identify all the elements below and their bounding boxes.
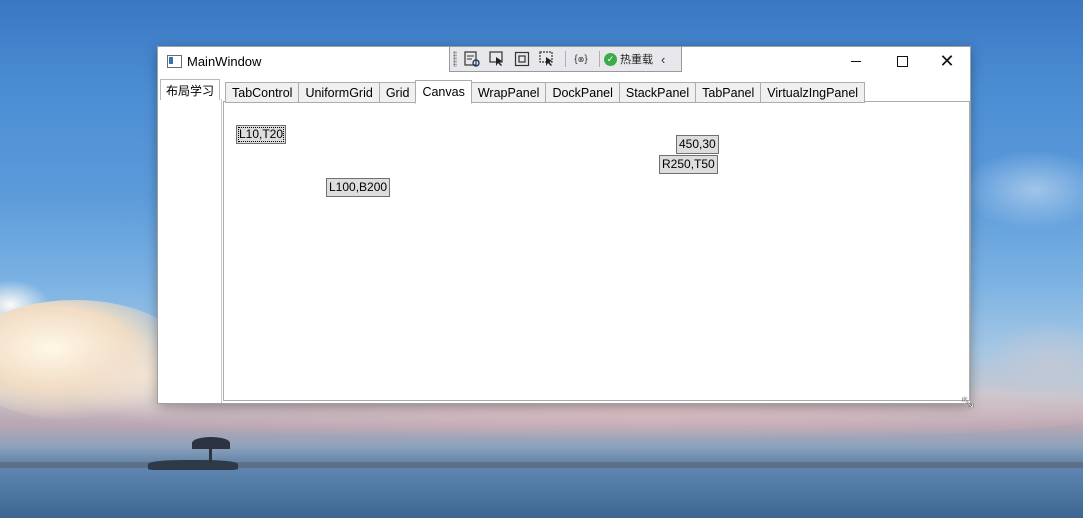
cloud [960, 150, 1083, 230]
sea [0, 468, 1083, 518]
tab-tabcontrol[interactable]: TabControl [225, 82, 300, 103]
tab-stackpanel[interactable]: StackPanel [618, 82, 697, 103]
window-title: MainWindow [187, 54, 262, 69]
maximize-icon [896, 56, 908, 67]
minimize-button[interactable] [833, 47, 879, 76]
tab-layout-learning[interactable]: 布局学习 [160, 79, 220, 100]
canvas-panel: L10,T20 450,30 R250,T50 L100,B200 [223, 101, 970, 401]
outer-tab-content [158, 99, 222, 403]
canvas-button-450-30[interactable]: 450,30 [676, 135, 719, 154]
visual-tree-icon[interactable] [461, 50, 483, 68]
minimize-icon [851, 61, 861, 62]
toolbar-separator [565, 51, 566, 67]
tab-wrappanel[interactable]: WrapPanel [470, 82, 547, 103]
hot-reload-label[interactable]: 热重载 [620, 51, 653, 67]
tab-virtualizingpanel[interactable]: VirtualzIngPanel [760, 82, 866, 103]
canvas-button-l10-t20[interactable]: L10,T20 [236, 125, 287, 144]
maximize-button[interactable] [879, 47, 925, 76]
display-adorners-icon[interactable] [511, 50, 533, 68]
tab-canvas[interactable]: Canvas [415, 80, 472, 104]
debug-toolbar: {⊗} ✓ 热重载 ‹ [449, 46, 682, 72]
toolbar-separator [599, 51, 600, 67]
tab-uniformgrid[interactable]: UniformGrid [298, 82, 380, 103]
binding-failures-icon[interactable]: {⊗} [570, 50, 592, 68]
select-element-icon[interactable] [486, 50, 508, 68]
main-window: MainWindow {⊗} ✓ 热重载 ‹ ✕ 布局学习 L10,T20 45… [158, 46, 970, 403]
tab-dockpanel[interactable]: DockPanel [545, 82, 620, 103]
close-button[interactable]: ✕ [924, 47, 970, 76]
inner-tab-strip: TabControl UniformGrid Grid Canvas WrapP… [225, 80, 866, 104]
app-icon [167, 55, 182, 68]
title-bar[interactable]: MainWindow {⊗} ✓ 热重载 ‹ ✕ [158, 46, 970, 76]
toolbar-grip-icon[interactable] [453, 51, 457, 67]
canvas-button-l100-b200[interactable]: L100,B200 [326, 178, 391, 197]
resize-cursor-icon: ⤡ [962, 395, 974, 411]
island [148, 460, 238, 470]
collapse-toolbar-icon[interactable]: ‹ [661, 52, 665, 67]
tab-tabpanel[interactable]: TabPanel [695, 82, 762, 103]
canvas-button-r250-t50[interactable]: R250,T50 [659, 155, 718, 174]
umbrella-pole [209, 447, 212, 463]
track-focus-icon[interactable] [536, 50, 558, 68]
close-icon: ✕ [939, 50, 955, 72]
umbrella [192, 437, 230, 449]
hot-reload-check-icon: ✓ [604, 52, 617, 66]
tab-grid[interactable]: Grid [378, 82, 417, 103]
